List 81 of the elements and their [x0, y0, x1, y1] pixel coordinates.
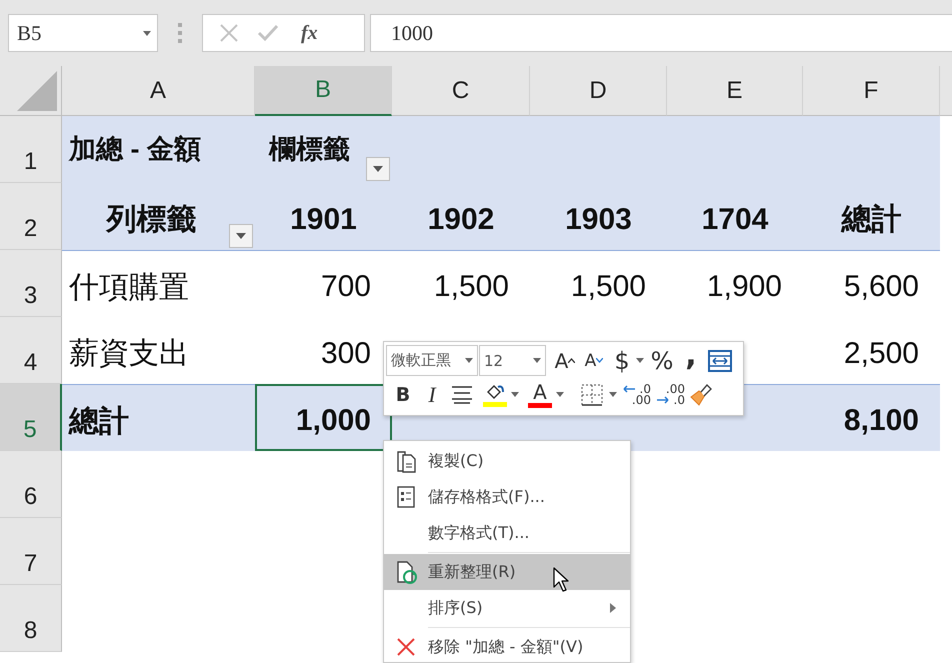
caret-icon [373, 166, 383, 172]
table-cell[interactable]: 加總 - 金額 [62, 116, 255, 183]
caret-down-icon [596, 358, 604, 363]
font-color-button[interactable]: A [527, 380, 553, 410]
font-name-field[interactable]: 微軟正黑 [386, 345, 478, 376]
grow-font-button[interactable]: A [552, 346, 578, 376]
menu-item[interactable]: 移除 "加總 - 金額"(V) [384, 629, 630, 662]
cursor-icon [553, 567, 569, 593]
increase-decimal-button[interactable]: .0 .00 [623, 380, 651, 410]
comma-style-button[interactable]: , [682, 346, 700, 376]
table-cell[interactable]: 5,600 [803, 250, 940, 317]
copy-icon [395, 450, 417, 472]
name-box[interactable]: B5 [8, 14, 158, 52]
table-cell[interactable]: 700 [255, 250, 392, 317]
table-cell[interactable]: 8,100 [803, 384, 940, 451]
caret-icon [465, 358, 473, 363]
caret-icon [236, 233, 246, 239]
caret-up-icon [568, 358, 576, 363]
dropdown-caret-icon [143, 30, 151, 36]
row-header[interactable]: 3 [0, 250, 62, 317]
arrow-left-icon [623, 384, 635, 392]
caret-icon [556, 392, 564, 397]
check-icon[interactable] [257, 24, 279, 42]
column-header[interactable]: E [667, 66, 803, 116]
font-size-field[interactable]: 12 [479, 345, 546, 376]
column-header[interactable]: A [62, 66, 255, 116]
borders-icon [581, 384, 603, 406]
table-cell[interactable]: 1,500 [392, 250, 530, 317]
arrow-right-icon [657, 396, 669, 404]
column-header[interactable]: B [255, 66, 392, 116]
caret-icon [511, 392, 519, 397]
row-header[interactable]: 8 [0, 585, 62, 652]
table-cell[interactable]: 什項購置 [62, 250, 255, 317]
table-cell[interactable]: 1704 [667, 183, 803, 250]
italic-button[interactable]: I [422, 380, 442, 410]
menu-item[interactable]: 重新整理(R) [384, 554, 630, 590]
form-icon [395, 486, 417, 508]
row-header[interactable]: 7 [0, 518, 62, 585]
cell-text: 列標籤 [106, 202, 196, 238]
table-cell[interactable]: 1,900 [667, 250, 803, 317]
refresh-icon [395, 560, 417, 584]
row-header[interactable]: 1 [0, 116, 62, 183]
brush-icon [689, 382, 713, 406]
currency-button[interactable]: $ [611, 346, 633, 376]
column-header[interactable]: F [803, 66, 940, 116]
table-cell[interactable]: 1902 [392, 183, 530, 250]
insert-function-button[interactable]: fx [301, 22, 318, 44]
cell-text: 欄標籤 [269, 132, 350, 166]
percent-button[interactable]: % [648, 346, 676, 376]
filter-button[interactable] [366, 157, 390, 181]
menu-item[interactable]: 數字格式(T)... [384, 515, 630, 551]
shrink-font-button[interactable]: A [581, 346, 607, 376]
table-cell[interactable]: 薪資支出 [62, 317, 255, 384]
caret-icon [636, 358, 644, 363]
column-header[interactable]: C [392, 66, 530, 116]
table-cell[interactable]: 1,000 [255, 384, 392, 451]
decrease-decimal-button[interactable]: .00 .0 [657, 380, 685, 410]
table-cell[interactable]: 總計 [803, 183, 940, 250]
caret-icon [533, 358, 541, 363]
filter-button[interactable] [229, 224, 253, 248]
cross-icon [395, 636, 417, 658]
table-cell[interactable]: 1,500 [530, 250, 667, 317]
column-header[interactable]: D [530, 66, 667, 116]
select-all-icon [17, 71, 57, 111]
close-icon[interactable] [219, 23, 239, 43]
table-cell[interactable]: 總計 [62, 384, 255, 451]
table-cell[interactable]: 1903 [530, 183, 667, 250]
table-cell[interactable]: 1901 [255, 183, 392, 250]
bold-button[interactable]: B [392, 380, 414, 410]
drag-handle-icon [178, 23, 182, 43]
row-header[interactable]: 4 [0, 317, 62, 384]
table-cell[interactable]: 2,500 [803, 317, 940, 384]
row-header[interactable]: 5 [0, 384, 62, 451]
select-all-button[interactable] [0, 66, 62, 116]
caret-icon [609, 392, 617, 397]
formula-field[interactable]: 1000 [370, 14, 952, 52]
row-header[interactable]: 6 [0, 451, 62, 518]
row-header[interactable]: 2 [0, 183, 62, 250]
menu-item[interactable]: 排序(S) [384, 590, 630, 626]
menu-item[interactable]: 儲存格格式(F)... [384, 479, 630, 515]
align-center-icon [451, 386, 473, 404]
